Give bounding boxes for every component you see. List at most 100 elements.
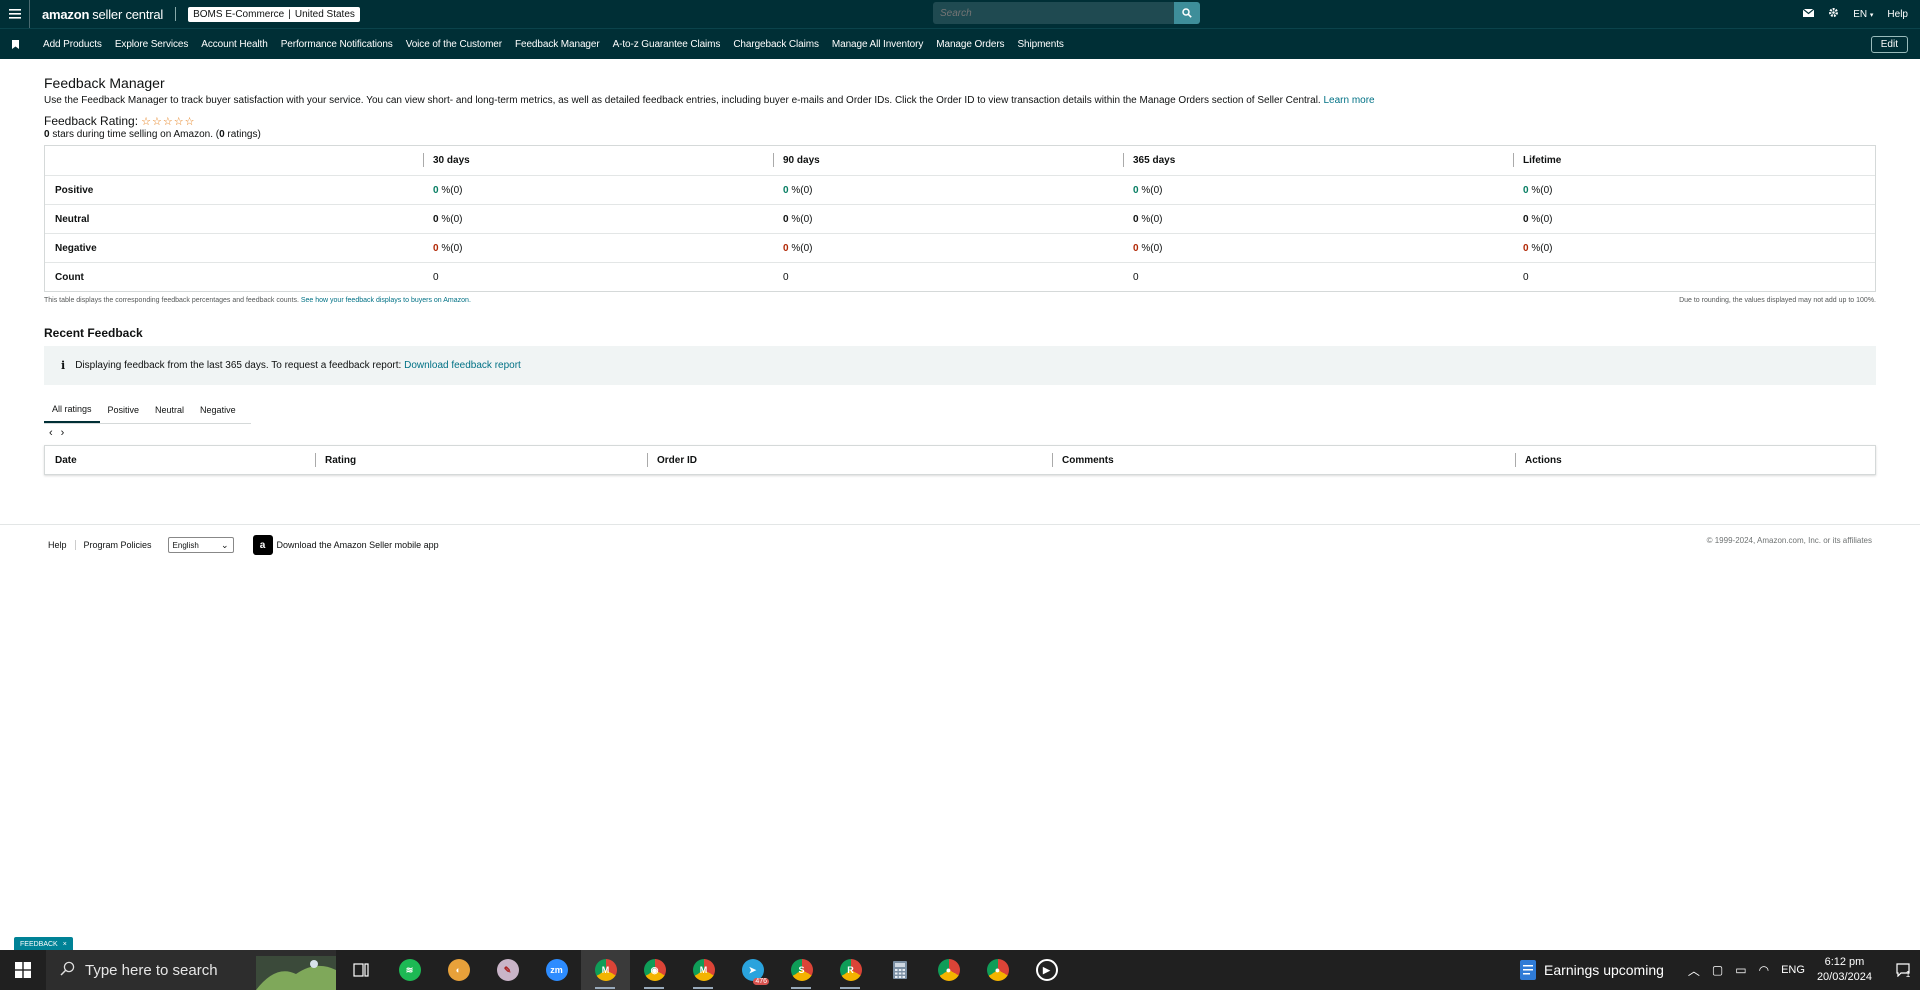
page-footer: Help Program Policies English ⌄ a Downlo… [0,524,1920,562]
table-header-row: 30 days 90 days 365 days Lifetime [45,146,1875,175]
search-bar [933,2,1200,24]
nav-item-chargeback-claims[interactable]: Chargeback Claims [733,39,819,50]
nav-item-performance-notifications[interactable]: Performance Notifications [281,39,393,50]
rating-label: Feedback Rating: [44,114,139,128]
spotify-icon[interactable]: ≋ [385,950,434,990]
telegram-icon[interactable]: ➤ 476 [728,950,777,990]
rating-summary-text: stars during time selling on Amazon. ( [49,129,220,140]
mail-icon[interactable] [1802,8,1815,20]
metric-cell: 0 %(0) [1513,243,1875,254]
chrome-icon[interactable]: ● [924,950,973,990]
metric-suffix: %(0) [1528,213,1553,225]
main-content: Feedback Manager Use the Feedback Manage… [44,74,1876,475]
star-empty-icon: ☆ [151,115,162,128]
download-report-link[interactable]: Download feedback report [404,360,521,371]
help-link[interactable]: Help [1887,9,1908,20]
row-label: Neutral [55,213,90,225]
column-header-365-days: 365 days [1123,153,1513,167]
input-language[interactable]: ENG [1781,964,1805,976]
table-row-neutral: Neutral 0 %(0) 0 %(0) 0 %(0) 0 %(0) [45,204,1875,233]
chrome-icon[interactable]: M [581,950,630,990]
wifi-icon[interactable]: ◠ [1759,963,1769,977]
nav-item-a-to-z-claims[interactable]: A-to-z Guarantee Claims [613,39,721,50]
tab-all-ratings[interactable]: All ratings [44,396,100,423]
page-description: Use the Feedback Manager to track buyer … [44,95,1876,106]
row-label: Count [55,271,84,283]
nav-item-voice-of-customer[interactable]: Voice of the Customer [406,39,502,50]
bookmark-icon[interactable] [0,39,30,49]
seller-central-logo[interactable]: amazon seller central [42,7,163,22]
metric-cell: 0 %(0) [1123,185,1513,196]
calculator-icon[interactable] [875,950,924,990]
chrome-icon[interactable]: ◉ [630,950,679,990]
nav-item-add-products[interactable]: Add Products [43,39,102,50]
search-input[interactable] [933,2,1174,24]
app-icon[interactable]: ◐ [434,950,483,990]
zoom-icon[interactable]: zm [532,950,581,990]
notification-icon[interactable]: 1 [1886,962,1920,979]
metric-cell: 0 %(0) [423,185,773,196]
search-icon [60,961,75,980]
news-widget[interactable]: Earnings upcoming [1520,960,1664,980]
system-tray: Earnings upcoming ︿ ▢ ▭ ◠ ENG 6:12 pm 20… [1520,950,1920,990]
gear-icon[interactable] [1828,7,1839,21]
star-empty-icon: ☆ [141,115,151,128]
device-icon[interactable]: ▢ [1712,963,1723,977]
nav-item-account-health[interactable]: Account Health [201,39,268,50]
column-header-rating[interactable]: Rating [315,452,647,467]
chevron-left-icon[interactable]: ‹ [49,427,53,439]
taskbar-search[interactable]: Type here to search [46,950,336,990]
nav-item-explore-services[interactable]: Explore Services [115,39,189,50]
task-view-icon[interactable] [336,950,385,990]
logo-main: amazon [42,6,90,22]
store-switcher[interactable]: BOMS E-Commerce | United States [188,6,360,22]
seller-app-icon[interactable]: a [252,535,273,555]
chevron-down-icon: ▾ [1869,11,1874,19]
nav-item-manage-inventory[interactable]: Manage All Inventory [832,39,923,50]
language-select-value: English [172,540,199,550]
footer-policies-link[interactable]: Program Policies [74,540,160,550]
windows-start-icon[interactable] [0,950,46,990]
column-header-comments[interactable]: Comments [1052,452,1515,467]
menu-icon[interactable] [0,0,30,28]
footer-help-link[interactable]: Help [48,540,75,550]
metric-suffix: %(0) [438,242,463,254]
info-alert: i Displaying feedback from the last 365 … [44,346,1876,385]
close-icon[interactable]: × [63,941,67,948]
chevron-right-icon[interactable]: › [61,427,65,439]
table-row-positive: Positive 0 %(0) 0 %(0) 0 %(0) 0 %(0) [45,175,1875,204]
column-header-date[interactable]: Date [45,455,315,466]
clock[interactable]: 6:12 pm 20/03/2024 [1817,955,1872,985]
chevron-up-icon[interactable]: ︿ [1688,962,1700,979]
tab-neutral[interactable]: Neutral [147,396,192,423]
language-selector[interactable]: EN ▾ [1853,9,1873,20]
metric-cell: 0 %(0) [1123,243,1513,254]
battery-icon[interactable]: ▭ [1735,963,1746,977]
feedback-widget[interactable]: FEEDBACK × [14,937,73,951]
column-header-lifetime: Lifetime [1513,153,1875,167]
search-button[interactable] [1174,2,1200,24]
chrome-icon[interactable]: S [777,950,826,990]
media-player-icon[interactable]: ▶ [1022,950,1071,990]
nav-item-shipments[interactable]: Shipments [1017,39,1063,50]
logo-sub: seller central [92,6,164,22]
chrome-icon[interactable]: M [679,950,728,990]
language-select[interactable]: English ⌄ [167,537,234,553]
count-cell: 0 [1523,271,1529,283]
learn-more-link[interactable]: Learn more [1323,95,1374,106]
feedback-display-link[interactable]: See how your feedback displays to buyers… [301,297,471,304]
tab-negative[interactable]: Negative [192,396,244,423]
app-icon[interactable]: ✎ [483,950,532,990]
column-header-order-id[interactable]: Order ID [647,452,1052,467]
nav-item-manage-orders[interactable]: Manage Orders [936,39,1004,50]
info-text: Displaying feedback from the last 365 da… [75,360,402,371]
tab-positive[interactable]: Positive [100,396,148,423]
nav-item-feedback-manager[interactable]: Feedback Manager [515,39,600,50]
download-app-link[interactable]: Download the Amazon Seller mobile app [277,540,439,550]
edit-button[interactable]: Edit [1870,36,1908,53]
header-actions: EN ▾ Help [1802,0,1908,28]
telegram-badge: 476 [753,978,769,985]
chrome-icon[interactable]: R [826,950,875,990]
row-label: Positive [55,184,94,196]
chrome-icon[interactable]: ● [973,950,1022,990]
